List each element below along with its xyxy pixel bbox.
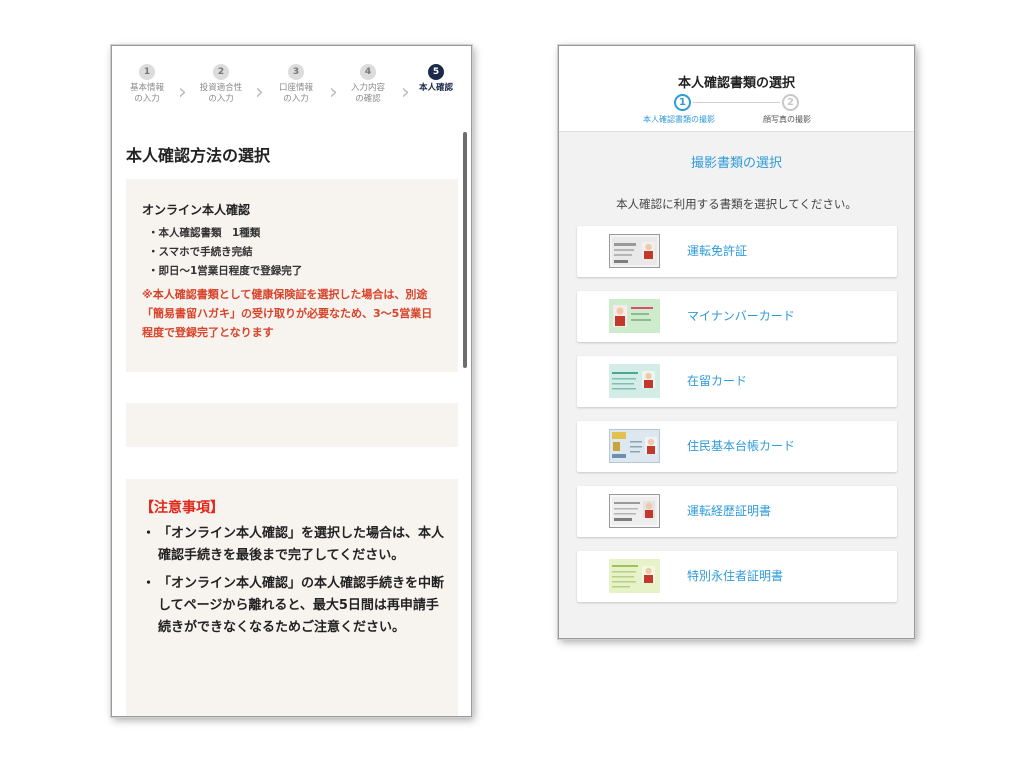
page-title: 本人確認方法の選択 (126, 146, 271, 165)
section-title: 撮影書類の選択 (690, 156, 782, 171)
step-1: 1 基本情報 の入力 (117, 64, 177, 105)
document-label: 運転経歴証明書 (687, 504, 772, 518)
option-bullet: ・スマホで手続き完結 (148, 246, 253, 258)
step-5: 5 本人確認 (406, 64, 466, 94)
step-1-label: 基本情報 の入力 (129, 83, 164, 104)
drivers-license-icon (609, 234, 660, 268)
scrollbar[interactable] (463, 132, 467, 368)
option-bullet: ・本人確認書類 1種類 (148, 227, 261, 239)
option-bullet: ・即日〜1営業日程度で登録完了 (148, 265, 303, 277)
document-label: 運転免許証 (687, 244, 748, 258)
residence-card-icon (609, 364, 660, 398)
step-2-label: 投資適合性 の入力 (199, 83, 243, 104)
step-5-label: 本人確認 (418, 83, 453, 93)
online-identity-option[interactable]: オンライン本人確認 ・本人確認書類 1種類 ・スマホで手続き完結 ・即日〜1営業… (126, 179, 458, 372)
notice-item: ・「オンライン本人確認」の本人確認手続きを中断してページから離れると、最大5日間… (142, 576, 445, 635)
driving-record-certificate-icon (609, 494, 660, 528)
header: 本人確認書類の選択 1 2 本人確認書類の撮影 顔写真の撮影 (559, 46, 914, 132)
step-5-number: 5 (428, 64, 444, 80)
step-connector (693, 102, 780, 103)
document-label: 在留カード (687, 374, 748, 388)
step-1-label: 本人確認書類の撮影 (643, 115, 715, 124)
step-1-number: 1 (139, 64, 155, 80)
document-option-special-permanent-resident[interactable]: 特別永住者証明書 (577, 551, 897, 602)
step-2: 2 投資適合性 の入力 (191, 64, 251, 105)
step-2-number: 2 (782, 94, 799, 111)
option-title: オンライン本人確認 (142, 203, 251, 217)
step-4-label: 入力内容 の確認 (350, 83, 385, 104)
step-1-number: 1 (674, 94, 691, 111)
step-2-label: 顔写真の撮影 (763, 115, 811, 124)
document-option-residence-card[interactable]: 在留カード (577, 356, 897, 407)
instruction-text: 本人確認に利用する書類を選択してください。 (616, 197, 857, 211)
document-option-drivers-license[interactable]: 運転免許証 (577, 226, 897, 277)
page-title: 本人確認書類の選択 (677, 76, 795, 91)
step-3-label: 口座情報 の入力 (278, 83, 313, 104)
document-option-resident-register-card[interactable]: 住民基本台帳カード (577, 421, 897, 472)
step-2-number: 2 (213, 64, 229, 80)
document-option-driving-record-certificate[interactable]: 運転経歴証明書 (577, 486, 897, 537)
notice-item-text: 「オンライン本人確認」の本人確認手続きを中断してページから離れると、最大5日間は… (158, 576, 445, 635)
notice-title: 【注意事項】 (140, 500, 224, 516)
chevron-right-icon: › (178, 80, 187, 105)
step-3: 3 口座情報 の入力 (266, 64, 326, 105)
document-option-my-number-card[interactable]: マイナンバーカード (577, 291, 897, 342)
empty-option-box (126, 403, 458, 447)
document-label: マイナンバーカード (687, 309, 795, 323)
resident-register-card-icon (609, 429, 660, 463)
special-permanent-resident-icon (609, 559, 660, 593)
notice-item-text: 「オンライン本人確認」を選択した場合は、本人確認手続きを最後まで完了してください… (158, 526, 445, 563)
registration-stepper: 1 基本情報 の入力 › 2 投資適合性 の入力 › 3 口座情報 の入力 › … (112, 46, 471, 116)
document-selection-screen: 本人確認書類の選択 1 2 本人確認書類の撮影 顔写真の撮影 撮影書類の選択 本… (558, 45, 915, 639)
online-identity-method-screen: 1 基本情報 の入力 › 2 投資適合性 の入力 › 3 口座情報 の入力 › … (111, 45, 472, 717)
step-4: 4 入力内容 の確認 (338, 64, 398, 105)
step-4-number: 4 (360, 64, 376, 80)
document-label: 住民基本台帳カード (687, 439, 796, 453)
notice-box: 【注意事項】 ・「オンライン本人確認」を選択した場合は、本人確認手続きを最後まで… (126, 479, 458, 716)
chevron-right-icon: › (255, 80, 264, 105)
notice-item: ・「オンライン本人確認」を選択した場合は、本人確認手続きを最後まで完了してくださ… (142, 526, 445, 563)
my-number-card-icon (609, 299, 660, 333)
step-3-number: 3 (288, 64, 304, 80)
health-insurance-warning: ※本人確認書類として健康保険証を選択した場合は、別途「簡易書留ハガキ」の受け取り… (142, 288, 433, 339)
document-label: 特別永住者証明書 (687, 569, 784, 583)
